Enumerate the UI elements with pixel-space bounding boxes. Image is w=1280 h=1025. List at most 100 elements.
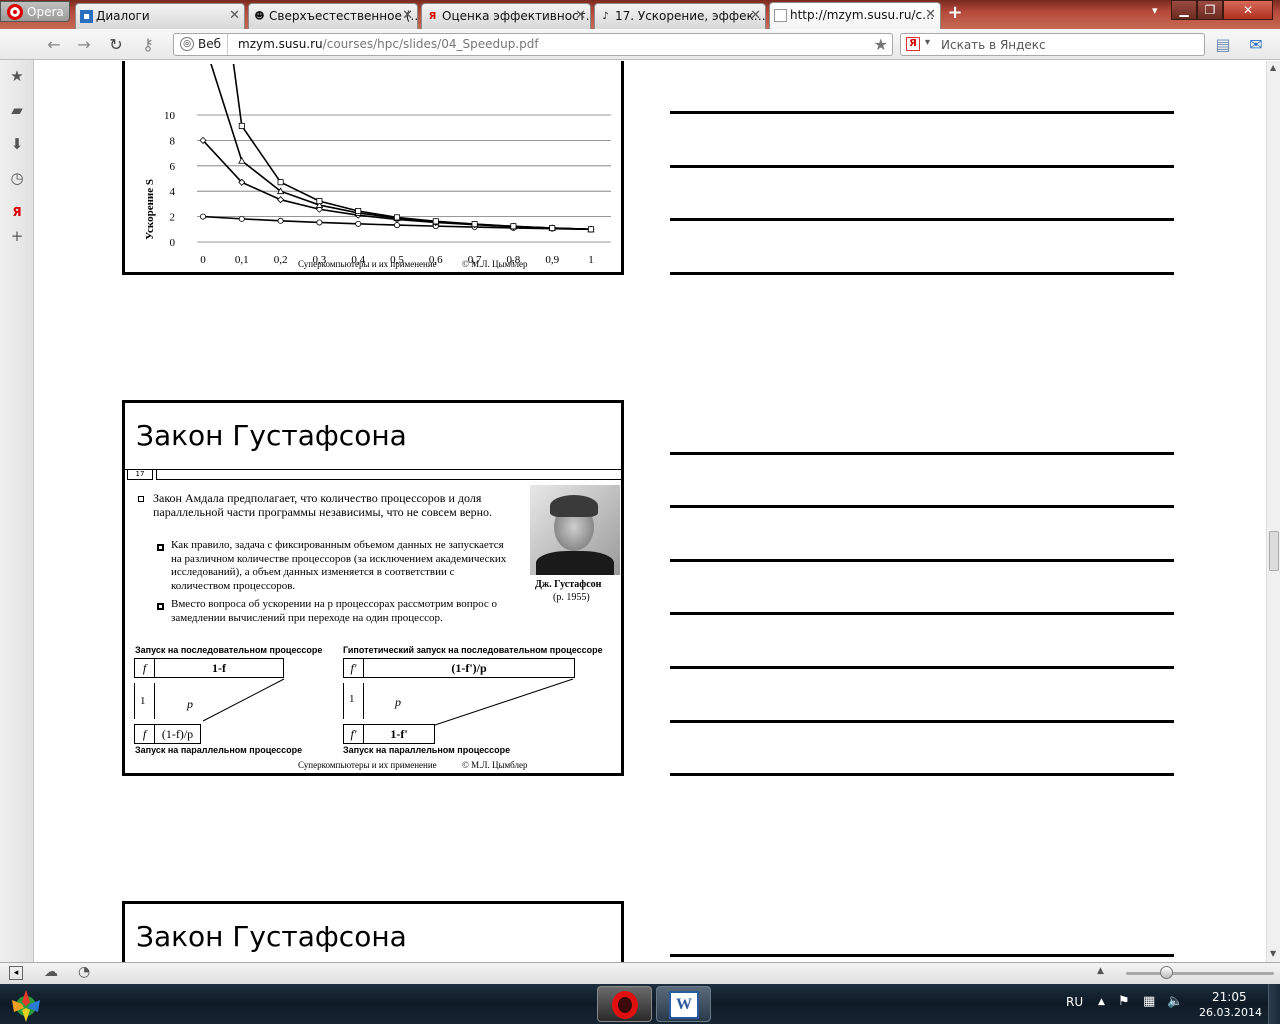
tab-title: Диалоги: [96, 9, 150, 23]
slide-chart: 024681000,10,20,30,40,50,60,70,80,91Доля…: [122, 61, 624, 275]
forward-arrow-icon[interactable]: →: [74, 35, 94, 55]
view-menu-icon[interactable]: ▲: [1097, 966, 1104, 976]
web-badge-label: Веб: [198, 37, 222, 51]
show-desktop-button[interactable]: [1268, 984, 1280, 1024]
search-box[interactable]: Я ▾ Искать в Яндекс: [900, 33, 1205, 56]
speed-dial-icon[interactable]: ◔: [78, 964, 90, 980]
notes-icon[interactable]: ▰: [7, 100, 27, 120]
restore-button[interactable]: ❐: [1197, 0, 1223, 20]
web-badge[interactable]: ◎ Веб: [174, 34, 229, 55]
bookmarks-star-icon[interactable]: ★: [7, 66, 27, 86]
status-bar: ◂ ☁ ◔ ▲: [0, 962, 1280, 984]
zoom-slider-thumb[interactable]: [1160, 966, 1173, 979]
clock-time[interactable]: 21:05: [1212, 990, 1247, 1004]
start-button[interactable]: [4, 986, 48, 1022]
x-tick-label: 1: [588, 254, 594, 266]
taskbar-opera-button[interactable]: [597, 986, 652, 1022]
mail-icon[interactable]: ✉: [1246, 35, 1266, 55]
close-tab-icon[interactable]: ✕: [575, 8, 586, 23]
note-line: [670, 505, 1174, 508]
x-tick-label: 0,1: [235, 254, 249, 266]
data-point: [355, 208, 362, 215]
pdf-viewport[interactable]: 024681000,10,20,30,40,50,60,70,80,91Доля…: [35, 61, 1266, 962]
language-indicator[interactable]: RU: [1066, 995, 1083, 1009]
action-center-flag-icon[interactable]: ⚑: [1118, 994, 1130, 1009]
zoom-slider[interactable]: [1126, 972, 1274, 975]
url-text[interactable]: mzym.susu.ru/courses/hpc/slides/04_Speed…: [238, 37, 539, 51]
close-tab-icon[interactable]: ✕: [229, 8, 240, 23]
yandex-panel-icon[interactable]: Я: [7, 202, 27, 222]
key-icon[interactable]: ⚷: [138, 35, 158, 55]
scroll-down-icon[interactable]: ▼: [1270, 949, 1276, 958]
note-line: [670, 165, 1174, 168]
panel-toggle-icon[interactable]: ◂: [9, 966, 23, 980]
tab-title: Оценка эффективност…: [442, 9, 591, 23]
sub-bullet-square: [157, 544, 164, 551]
add-panel-plus-icon[interactable]: +: [7, 226, 27, 246]
tab-supernatural[interactable]: ☻ Сверхъестественное (… ✕: [248, 3, 418, 29]
scrollbar-thumb[interactable]: [1269, 531, 1279, 571]
downloads-icon[interactable]: ⬇: [7, 134, 27, 154]
tray-expand-icon[interactable]: ▲: [1098, 997, 1105, 1007]
x-tick-label: 0,9: [545, 254, 559, 266]
opera-menu-label: Opera: [27, 5, 64, 19]
tab-efficiency[interactable]: Я Оценка эффективност… ✕: [421, 3, 591, 29]
tab-bar: Opera ▪ Диалоги ✕ ☻ Сверхъестественное (…: [0, 0, 1280, 29]
search-engine-chevron-icon[interactable]: ▾: [925, 37, 930, 48]
reload-icon[interactable]: ↻: [106, 35, 126, 55]
data-point: [355, 220, 362, 227]
slide-footer-author: © М.Л. Цымблер: [462, 760, 528, 770]
slide-title: Закон Густафсона: [136, 419, 407, 452]
data-point: [587, 226, 594, 233]
scroll-up-icon[interactable]: ▲: [1270, 63, 1276, 72]
slide-gustafson: Закон Густафсона 17 Закон Амдала предпол…: [122, 400, 624, 776]
slide-gustafson-next: Закон Густафсона: [122, 901, 624, 962]
yandex-icon: Я: [428, 11, 437, 22]
pages-icon[interactable]: ▤: [1213, 35, 1233, 55]
history-clock-icon[interactable]: ◷: [7, 168, 27, 188]
close-tab-icon[interactable]: ✕: [402, 8, 413, 23]
tab-speedup[interactable]: ♪ 17. Ускорение, эффек… ✕: [594, 3, 766, 29]
slide-title: Закон Густафсона: [136, 920, 407, 953]
volume-icon[interactable]: 🔈: [1167, 994, 1183, 1009]
url-domain: mzym.susu.ru: [238, 37, 323, 51]
note-line: [670, 272, 1174, 275]
tab-list-chevron-icon[interactable]: ▾: [1152, 4, 1158, 17]
close-window-button[interactable]: ✕: [1223, 0, 1273, 20]
url-path: /courses/hpc/slides/04_Speedup.pdf: [322, 37, 539, 51]
data-point: [238, 215, 245, 222]
address-bar[interactable]: ◎ Веб mzym.susu.ru/courses/hpc/slides/04…: [173, 33, 893, 56]
diagram-label-parallel-left: Запуск на параллельном процессоре: [135, 745, 303, 755]
sub-bullet-square: [157, 603, 164, 610]
gustafson-photo: [530, 485, 620, 575]
bullet-square: [138, 496, 144, 502]
data-point: [393, 222, 400, 229]
bookmark-star-icon[interactable]: ★: [874, 35, 888, 54]
taskbar-word-button[interactable]: W: [656, 986, 711, 1022]
slide-footer-course: Суперкомпьютеры и их применение: [298, 259, 437, 269]
box-1-minus-f-prime-over-p: (1-f')/p: [363, 658, 575, 678]
clock-date[interactable]: 26.03.2014: [1199, 1006, 1262, 1019]
slide-number: 17: [127, 469, 153, 480]
close-tab-icon[interactable]: ✕: [925, 7, 936, 22]
note-line: [670, 773, 1174, 776]
data-point: [238, 156, 246, 164]
tab-dialogs[interactable]: ▪ Диалоги ✕: [75, 3, 245, 29]
network-icon[interactable]: ▦: [1143, 994, 1155, 1009]
note-line: [670, 111, 1174, 114]
close-tab-icon[interactable]: ✕: [750, 8, 761, 23]
opera-menu-button[interactable]: Opera: [0, 1, 70, 22]
search-placeholder: Искать в Яндекс: [941, 38, 1046, 52]
new-tab-plus-icon[interactable]: +: [945, 3, 965, 23]
note-line: [670, 559, 1174, 562]
tab-pdf-active[interactable]: http://mzym.susu.ru/c… ✕: [769, 2, 941, 29]
page-icon: [774, 9, 787, 22]
note-line: [670, 218, 1174, 221]
minimize-button[interactable]: ▁: [1171, 0, 1197, 20]
sidebar-panel: ★ ▰ ⬇ ◷ Я +: [0, 60, 34, 962]
series-line: [232, 64, 592, 231]
vertical-scrollbar[interactable]: ▲ ▼: [1266, 61, 1280, 962]
opera-unite-cloud-icon[interactable]: ☁: [44, 964, 58, 980]
back-arrow-icon[interactable]: ←: [44, 35, 64, 55]
y-tick-label: 8: [170, 135, 176, 147]
